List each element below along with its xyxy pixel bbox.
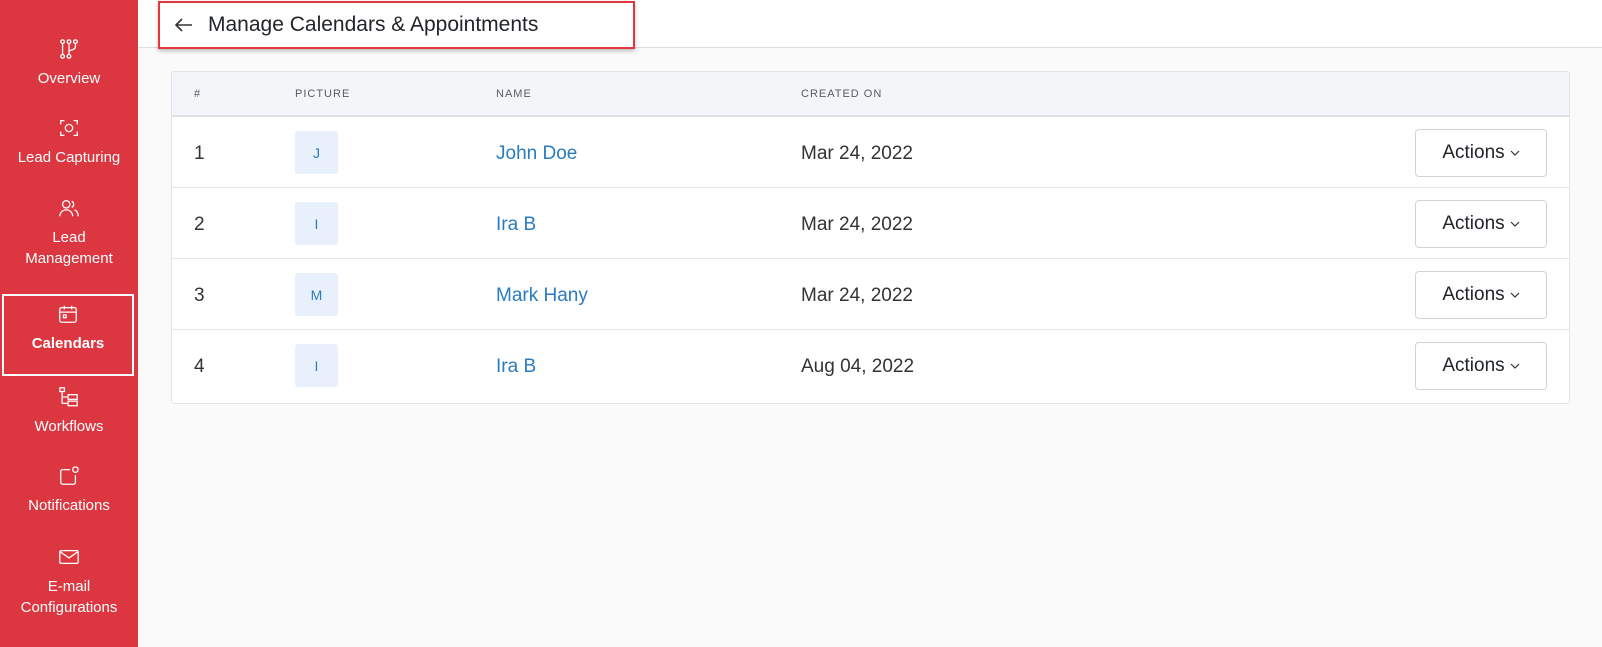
sidebar-item-lead-capturing[interactable]: Lead Capturing [0,117,138,168]
actions-button[interactable]: Actions [1415,200,1547,248]
flow-icon [60,39,78,59]
row-number: 2 [194,214,205,235]
back-arrow-icon[interactable] [174,15,194,35]
mail-icon [59,549,79,565]
sidebar-item-label: Overview [37,70,101,87]
sidebar-item-label: Notifications [28,497,110,514]
row-created-on: Mar 24, 2022 [801,285,913,306]
avatar: M [295,273,338,316]
table-row: 3 M Mark Hany Mar 24, 2022 Actions [172,259,1569,330]
row-name-link[interactable]: John Doe [496,143,577,165]
actions-button-label: Actions [1442,142,1505,163]
chevron-down-icon [1510,150,1520,156]
actions-button[interactable]: Actions [1415,271,1547,319]
notification-icon [60,466,79,485]
title-bar: Manage Calendars & Appointments [158,1,635,49]
sidebar-item-overview[interactable]: Overview [0,38,138,89]
actions-button[interactable]: Actions [1415,342,1547,390]
row-created-on: Mar 24, 2022 [801,143,913,164]
calendars-table: # PICTURE NAME CREATED ON 1 J John Doe M… [171,71,1570,404]
table-row: 2 I Ira B Mar 24, 2022 Actions [172,188,1569,259]
page-header: Manage Calendars & Appointments [138,0,1602,49]
sidebar-item-label: Lead Management [25,229,113,267]
chevron-down-icon [1510,221,1520,227]
workflow-icon [59,387,78,407]
row-created-on: Aug 04, 2022 [801,356,915,377]
table-row: 4 I Ira B Aug 04, 2022 Actions [172,330,1569,401]
column-header-created-on: CREATED ON [801,88,883,100]
sidebar-item-label: Lead Capturing [17,149,121,166]
chevron-down-icon [1510,363,1520,369]
target-icon [60,120,78,136]
column-header-picture: PICTURE [295,88,351,100]
table-header: # PICTURE NAME CREATED ON [172,72,1569,117]
sidebar-item-label: Calendars [31,335,105,352]
table-row: 1 J John Doe Mar 24, 2022 Actions [172,117,1569,188]
sidebar-item-label: Workflows [34,418,104,435]
actions-button-label: Actions [1442,284,1505,305]
sidebar-item-notifications[interactable]: Notifications [0,465,138,516]
sidebar-item-email-configurations[interactable]: E-mail Configurations [0,546,138,618]
avatar: I [295,344,338,387]
sidebar-item-calendars[interactable]: Calendars [2,294,134,376]
actions-button[interactable]: Actions [1415,129,1547,177]
row-number: 1 [194,143,205,164]
row-name-link[interactable]: Mark Hany [496,285,588,307]
row-created-on: Mar 24, 2022 [801,214,913,235]
actions-button-label: Actions [1442,213,1505,234]
sidebar: Overview Lead Capturing Lead Management … [0,0,138,647]
actions-button-label: Actions [1442,355,1505,376]
avatar: J [295,131,338,174]
sidebar-item-label: E-mail Configurations [20,578,118,616]
row-name-link[interactable]: Ira B [496,356,536,378]
row-name-link[interactable]: Ira B [496,214,536,236]
avatar: I [295,202,338,245]
column-header-number: # [194,88,202,100]
sidebar-item-lead-management[interactable]: Lead Management [0,197,138,269]
column-header-name: NAME [496,88,532,100]
sidebar-item-workflows[interactable]: Workflows [0,386,138,437]
calendar-icon [59,305,77,323]
page-title: Manage Calendars & Appointments [208,13,539,36]
row-number: 3 [194,285,205,306]
users-icon [59,200,79,217]
chevron-down-icon [1510,292,1520,298]
row-number: 4 [194,356,205,377]
